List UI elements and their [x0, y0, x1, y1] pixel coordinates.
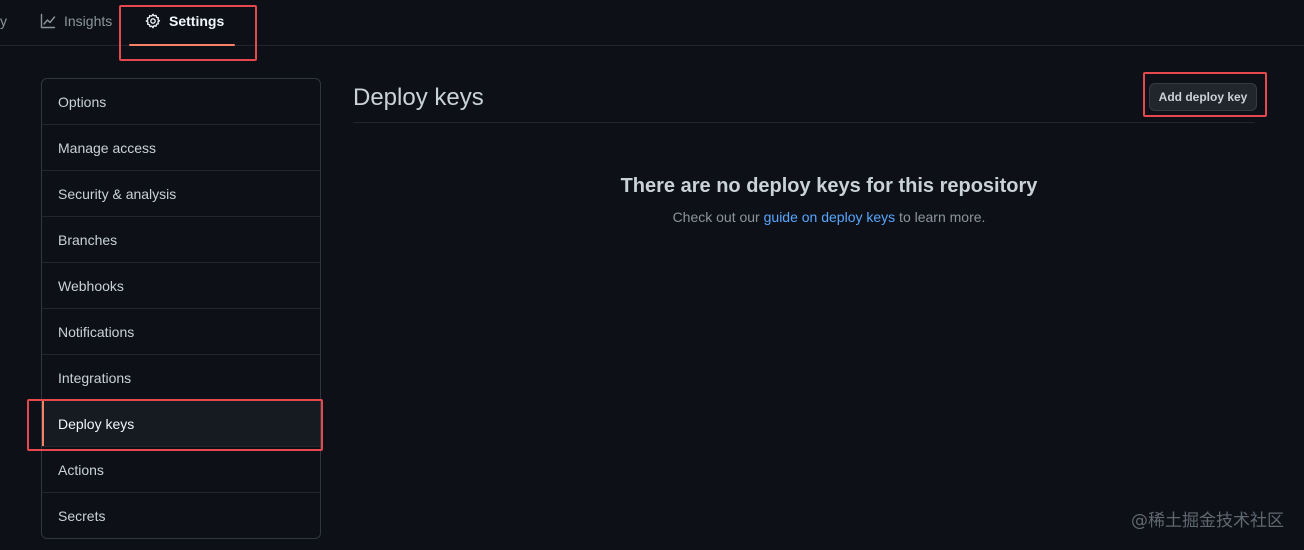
add-deploy-key-button[interactable]: Add deploy key: [1149, 83, 1257, 111]
selected-tab-underline: [129, 44, 235, 46]
sidebar-item-label: Secrets: [58, 508, 106, 524]
tab-insights-label: Insights: [64, 13, 113, 29]
sidebar-item-label: Integrations: [58, 369, 132, 386]
sidebar-item-label: Actions: [58, 461, 104, 478]
sidebar-item-actions[interactable]: Actions: [42, 447, 320, 493]
sidebar-item-label: Webhooks: [58, 277, 124, 294]
tab-partial[interactable]: y: [0, 0, 7, 46]
sidebar-item-secrets[interactable]: Secrets: [42, 493, 320, 538]
sidebar-item-label: Options: [58, 93, 107, 110]
graph-icon: [40, 13, 56, 29]
blankslate-text: Check out our guide on deploy keys to le…: [353, 209, 1304, 225]
repo-nav: y Insights Settings: [0, 0, 1304, 46]
title-divider: [353, 122, 1255, 123]
tab-settings[interactable]: Settings: [145, 0, 224, 46]
tab-settings-label: Settings: [169, 13, 225, 29]
tab-insights[interactable]: Insights: [40, 0, 112, 46]
settings-sidebar: Options Manage access Security & analysi…: [41, 78, 321, 539]
sidebar-item-notifications[interactable]: Notifications: [42, 309, 320, 355]
blankslate-text-after: to learn more.: [895, 209, 986, 225]
tab-partial-label: y: [0, 13, 7, 29]
sidebar-item-integrations[interactable]: Integrations: [42, 355, 320, 401]
sidebar-item-label: Branches: [58, 231, 118, 248]
page-title: Deploy keys: [353, 84, 484, 111]
sidebar-item-label: Notifications: [58, 323, 135, 340]
watermark: @稀土掘金技术社区: [1131, 511, 1284, 531]
sidebar-item-manage-access[interactable]: Manage access: [42, 125, 320, 171]
sidebar-item-options[interactable]: Options: [42, 79, 320, 125]
sidebar-item-label: Security & analysis: [58, 185, 177, 202]
sidebar-item-deploy-keys[interactable]: Deploy keys: [42, 401, 320, 447]
sidebar-item-label: Manage access: [58, 139, 157, 156]
blankslate-text-before: Check out our: [672, 209, 764, 225]
sidebar-item-branches[interactable]: Branches: [42, 217, 320, 263]
sidebar-item-label: Deploy keys: [58, 415, 135, 432]
gear-icon: [145, 13, 161, 29]
sidebar-item-webhooks[interactable]: Webhooks: [42, 263, 320, 309]
deploy-keys-guide-link[interactable]: guide on deploy keys: [764, 209, 896, 225]
blankslate-heading: There are no deploy keys for this reposi…: [620, 175, 1038, 197]
blankslate: There are no deploy keys for this reposi…: [353, 175, 1304, 225]
sidebar-item-security-analysis[interactable]: Security & analysis: [42, 171, 320, 217]
